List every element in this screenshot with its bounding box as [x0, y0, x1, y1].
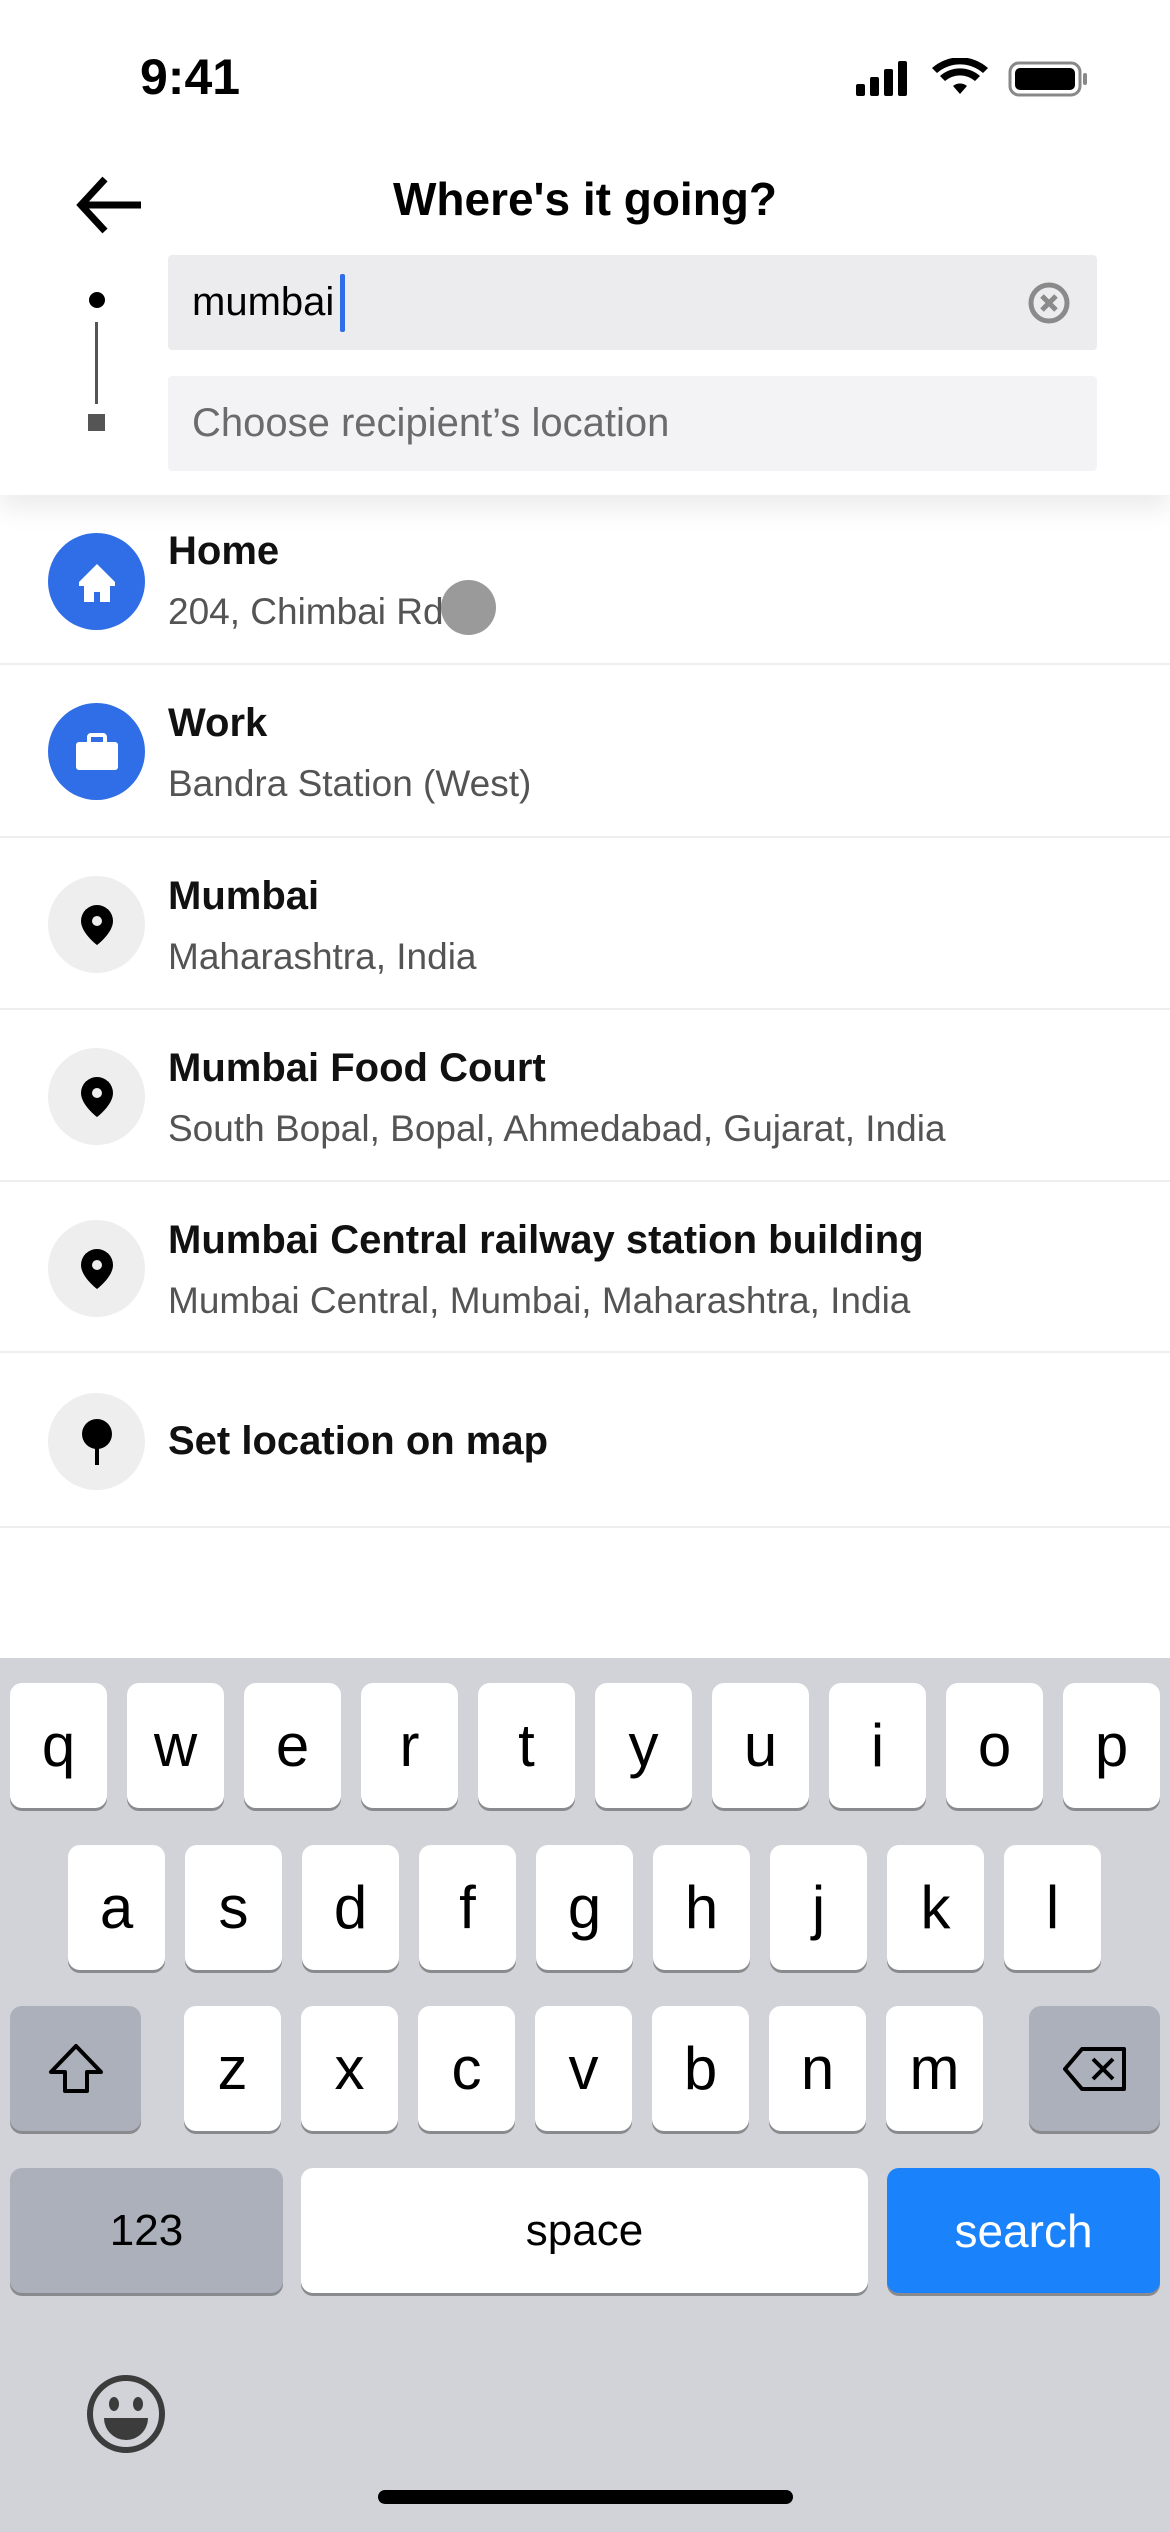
key-p[interactable]: p	[1063, 1683, 1160, 1808]
key-d[interactable]: d	[302, 1845, 399, 1970]
result-subtitle: South Bopal, Bopal, Ahmedabad, Gujarat, …	[168, 1108, 946, 1149]
result-title: Mumbai	[168, 874, 320, 918]
key-z[interactable]: z	[184, 2006, 281, 2131]
set-location-label: Set location on map	[168, 1419, 549, 1463]
text-caret	[340, 273, 346, 332]
key-v[interactable]: v	[535, 2006, 632, 2131]
result-subtitle: 204, Chimbai Rd	[168, 591, 444, 632]
result-title: Work	[168, 701, 268, 745]
key-f[interactable]: f	[419, 1845, 516, 1970]
delete-key[interactable]	[1029, 2006, 1160, 2131]
pin-icon	[48, 1220, 145, 1317]
touch-indicator	[441, 580, 496, 635]
pin-icon	[48, 876, 145, 973]
home-icon	[48, 533, 145, 630]
key-i[interactable]: i	[829, 1683, 926, 1808]
map-pin-icon	[48, 1393, 145, 1490]
home-indicator	[378, 2490, 793, 2504]
result-mumbai-central[interactable]: Mumbai Central railway station building …	[0, 1182, 1170, 1353]
header: 9:41 Where's it going? mumbai Choose rec…	[0, 0, 1170, 495]
status-time: 9:41	[140, 49, 241, 105]
key-a[interactable]: a	[68, 1845, 165, 1970]
result-mumbai[interactable]: Mumbai Maharashtra, India	[0, 838, 1170, 1010]
key-o[interactable]: o	[946, 1683, 1043, 1808]
pickup-value: mumbai	[192, 280, 335, 324]
key-j[interactable]: j	[770, 1845, 867, 1970]
key-r[interactable]: r	[361, 1683, 458, 1808]
key-n[interactable]: n	[769, 2006, 866, 2131]
key-h[interactable]: h	[653, 1845, 750, 1970]
key-w[interactable]: w	[127, 1683, 224, 1808]
key-e[interactable]: e	[244, 1683, 341, 1808]
result-subtitle: Bandra Station (West)	[168, 763, 532, 804]
key-g[interactable]: g	[536, 1845, 633, 1970]
shift-key[interactable]	[10, 2006, 141, 2131]
result-title: Home	[168, 529, 280, 573]
result-home[interactable]: Home 204, Chimbai Rd	[0, 495, 1170, 665]
result-title: Mumbai Food Court	[168, 1046, 546, 1090]
numbers-key[interactable]: 123	[10, 2168, 283, 2293]
key-l[interactable]: l	[1004, 1845, 1101, 1970]
key-x[interactable]: x	[301, 2006, 398, 2131]
space-key[interactable]: space	[301, 2168, 868, 2293]
result-subtitle: Mumbai Central, Mumbai, Maharashtra, Ind…	[168, 1280, 911, 1321]
key-y[interactable]: y	[595, 1683, 692, 1808]
key-u[interactable]: u	[712, 1683, 809, 1808]
emoji-icon[interactable]	[84, 2372, 168, 2456]
key-k[interactable]: k	[887, 1845, 984, 1970]
result-mumbai-food-court[interactable]: Mumbai Food Court South Bopal, Bopal, Ah…	[0, 1010, 1170, 1182]
pickup-input[interactable]: mumbai	[168, 255, 1097, 350]
key-c[interactable]: c	[418, 2006, 515, 2131]
briefcase-icon	[48, 703, 145, 800]
route-line	[95, 322, 98, 404]
page-title: Where's it going?	[392, 173, 778, 225]
result-title: Mumbai Central railway station building	[168, 1218, 924, 1262]
status-icons	[856, 58, 1087, 97]
set-location-on-map[interactable]: Set location on map	[0, 1353, 1170, 1528]
destination-square-icon	[88, 414, 105, 431]
pickup-dot-icon	[89, 292, 105, 308]
key-s[interactable]: s	[185, 1845, 282, 1970]
key-b[interactable]: b	[652, 2006, 749, 2131]
destination-placeholder: Choose recipient’s location	[192, 401, 670, 445]
search-key[interactable]: search	[887, 2168, 1160, 2293]
key-t[interactable]: t	[478, 1683, 575, 1808]
result-work[interactable]: Work Bandra Station (West)	[0, 665, 1170, 838]
destination-input[interactable]: Choose recipient’s location	[168, 376, 1097, 471]
result-subtitle: Maharashtra, India	[168, 936, 477, 977]
key-m[interactable]: m	[886, 2006, 983, 2131]
clear-input-icon[interactable]	[1027, 281, 1071, 325]
key-q[interactable]: q	[10, 1683, 107, 1808]
pin-icon	[48, 1048, 145, 1145]
keyboard: 123 space search qwertyuiop asdfghjkl zxcv…	[0, 1658, 1170, 2532]
